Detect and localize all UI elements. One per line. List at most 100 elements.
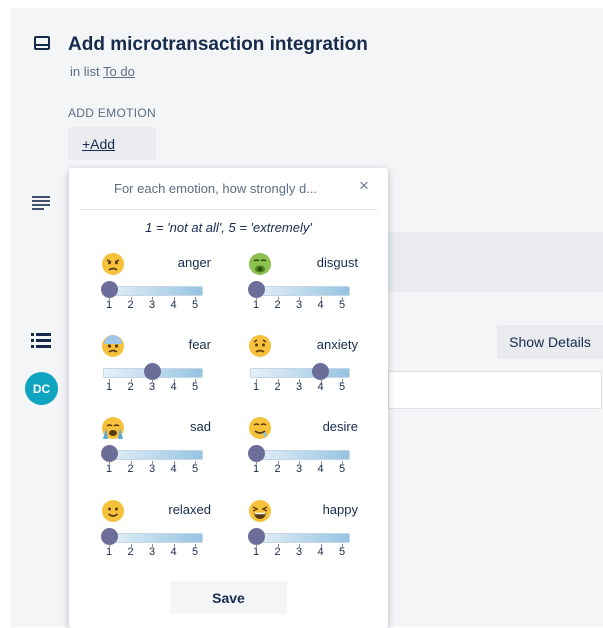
tick-label: 2 [127, 299, 134, 311]
scale-note: 1 = 'not at all', 5 = 'extremely' [145, 220, 312, 235]
slider-thumb[interactable] [100, 281, 118, 298]
slider-thumb[interactable] [100, 445, 118, 462]
slider-ticks: 1 2 3 4 5 [103, 544, 203, 558]
slider-thumb[interactable] [247, 281, 265, 298]
tick-label: 5 [191, 463, 199, 475]
tick-label: 5 [338, 546, 346, 558]
slider-ticks: 1 2 3 4 5 [103, 297, 203, 311]
tick-label: 1 [105, 299, 113, 311]
emotion-anger: anger 1 2 3 4 5 [100, 252, 211, 322]
tick-label: 4 [317, 299, 324, 311]
emotion-desire: desire 1 2 3 4 5 [247, 416, 358, 486]
slider-thumb[interactable] [247, 528, 265, 545]
slider-ticks: 1 2 3 4 5 [250, 379, 350, 393]
slider-ticks: 1 2 3 4 5 [250, 544, 350, 558]
slider-thumb[interactable] [100, 528, 118, 545]
emotion-slider-desire[interactable] [250, 450, 350, 460]
avatar[interactable]: DC [25, 372, 58, 405]
nauseated-face-icon [249, 253, 271, 275]
tick-label: 4 [317, 463, 324, 475]
emotion-happy: happy 1 2 3 4 5 [247, 499, 358, 569]
tick-label: 3 [295, 546, 303, 558]
slider-thumb[interactable] [143, 363, 161, 380]
tick-label: 2 [127, 381, 134, 393]
emotion-slider-sad[interactable] [103, 450, 203, 460]
tick-label: 3 [148, 546, 156, 558]
tick-label: 3 [148, 299, 156, 311]
comment-input[interactable] [388, 371, 602, 409]
slightly-smiling-face-icon [102, 500, 124, 522]
save-button[interactable]: Save [170, 581, 287, 614]
tick-label: 4 [317, 381, 324, 393]
list-link[interactable]: To do [103, 64, 135, 79]
drooling-face-icon [249, 417, 271, 439]
tick-label: 3 [148, 381, 156, 393]
tick-label: 4 [317, 546, 324, 558]
worried-face-icon [249, 335, 271, 357]
tick-label: 2 [274, 546, 281, 558]
emotion-label: fear [188, 337, 211, 352]
tick-label: 2 [274, 463, 281, 475]
tick-label: 1 [105, 546, 113, 558]
tick-label: 2 [274, 381, 281, 393]
tick-label: 3 [295, 299, 303, 311]
tick-label: 2 [127, 463, 134, 475]
popover-title: For each emotion, how strongly d... [114, 181, 318, 196]
tick-label: 4 [170, 463, 177, 475]
emotion-label: relaxed [168, 502, 211, 517]
add-emotion-label: ADD EMOTION [68, 106, 156, 120]
emotion-slider-happy[interactable] [250, 533, 350, 543]
card-title[interactable]: Add microtransaction integration [68, 34, 368, 56]
angry-face-icon [102, 253, 124, 275]
tick-label: 5 [338, 381, 346, 393]
list-prefix: in list [70, 64, 100, 79]
emotion-label: disgust [316, 255, 358, 270]
tick-label: 1 [252, 463, 260, 475]
fearful-face-icon [102, 335, 124, 357]
emotion-slider-relaxed[interactable] [103, 533, 203, 543]
tick-label: 5 [191, 381, 199, 393]
emotion-slider-anxiety[interactable] [250, 368, 350, 378]
description-icon [32, 196, 50, 210]
emotion-slider-disgust[interactable] [250, 286, 350, 296]
tick-label: 5 [191, 546, 199, 558]
slider-ticks: 1 2 3 4 5 [250, 297, 350, 311]
crying-face-icon [102, 417, 124, 439]
tick-label: 4 [170, 546, 177, 558]
slider-thumb[interactable] [247, 445, 265, 462]
tick-label: 1 [105, 463, 113, 475]
add-emotion-button[interactable]: +Add [68, 127, 156, 160]
tick-label: 1 [105, 381, 113, 393]
popover-divider [80, 209, 377, 210]
tick-label: 1 [252, 381, 260, 393]
show-details-button[interactable]: Show Details [497, 325, 603, 359]
slider-ticks: 1 2 3 4 5 [103, 379, 203, 393]
emotion-label: anxiety [316, 337, 358, 352]
emotion-label: sad [190, 419, 211, 434]
close-icon[interactable]: × [356, 177, 372, 194]
emotion-label: happy [322, 502, 358, 517]
tick-label: 3 [295, 381, 303, 393]
tick-label: 2 [127, 546, 134, 558]
tick-label: 2 [274, 299, 281, 311]
tick-label: 5 [338, 299, 346, 311]
emotion-sad: sad 1 2 3 4 5 [100, 416, 211, 486]
emotion-relaxed: relaxed 1 2 3 4 5 [100, 499, 211, 569]
tick-label: 1 [252, 299, 260, 311]
emotion-anxiety: anxiety 1 2 3 4 5 [248, 334, 358, 404]
grinning-squinting-face-icon [249, 500, 271, 522]
emotion-slider-anger[interactable] [103, 286, 203, 296]
slider-thumb[interactable] [312, 363, 329, 380]
description-area[interactable] [388, 232, 603, 292]
tick-label: 3 [148, 463, 156, 475]
emotion-fear: fear 1 2 3 4 5 [101, 334, 211, 404]
emotion-disgust: disgust 1 2 3 4 5 [247, 252, 358, 322]
card-icon [34, 36, 50, 50]
tick-label: 5 [338, 463, 346, 475]
emotion-label: desire [322, 419, 358, 434]
slider-ticks: 1 2 3 4 5 [103, 461, 203, 475]
slider-ticks: 1 2 3 4 5 [250, 461, 350, 475]
tick-label: 4 [170, 381, 177, 393]
activity-icon [31, 333, 51, 348]
list-reference: in list To do [70, 64, 135, 79]
